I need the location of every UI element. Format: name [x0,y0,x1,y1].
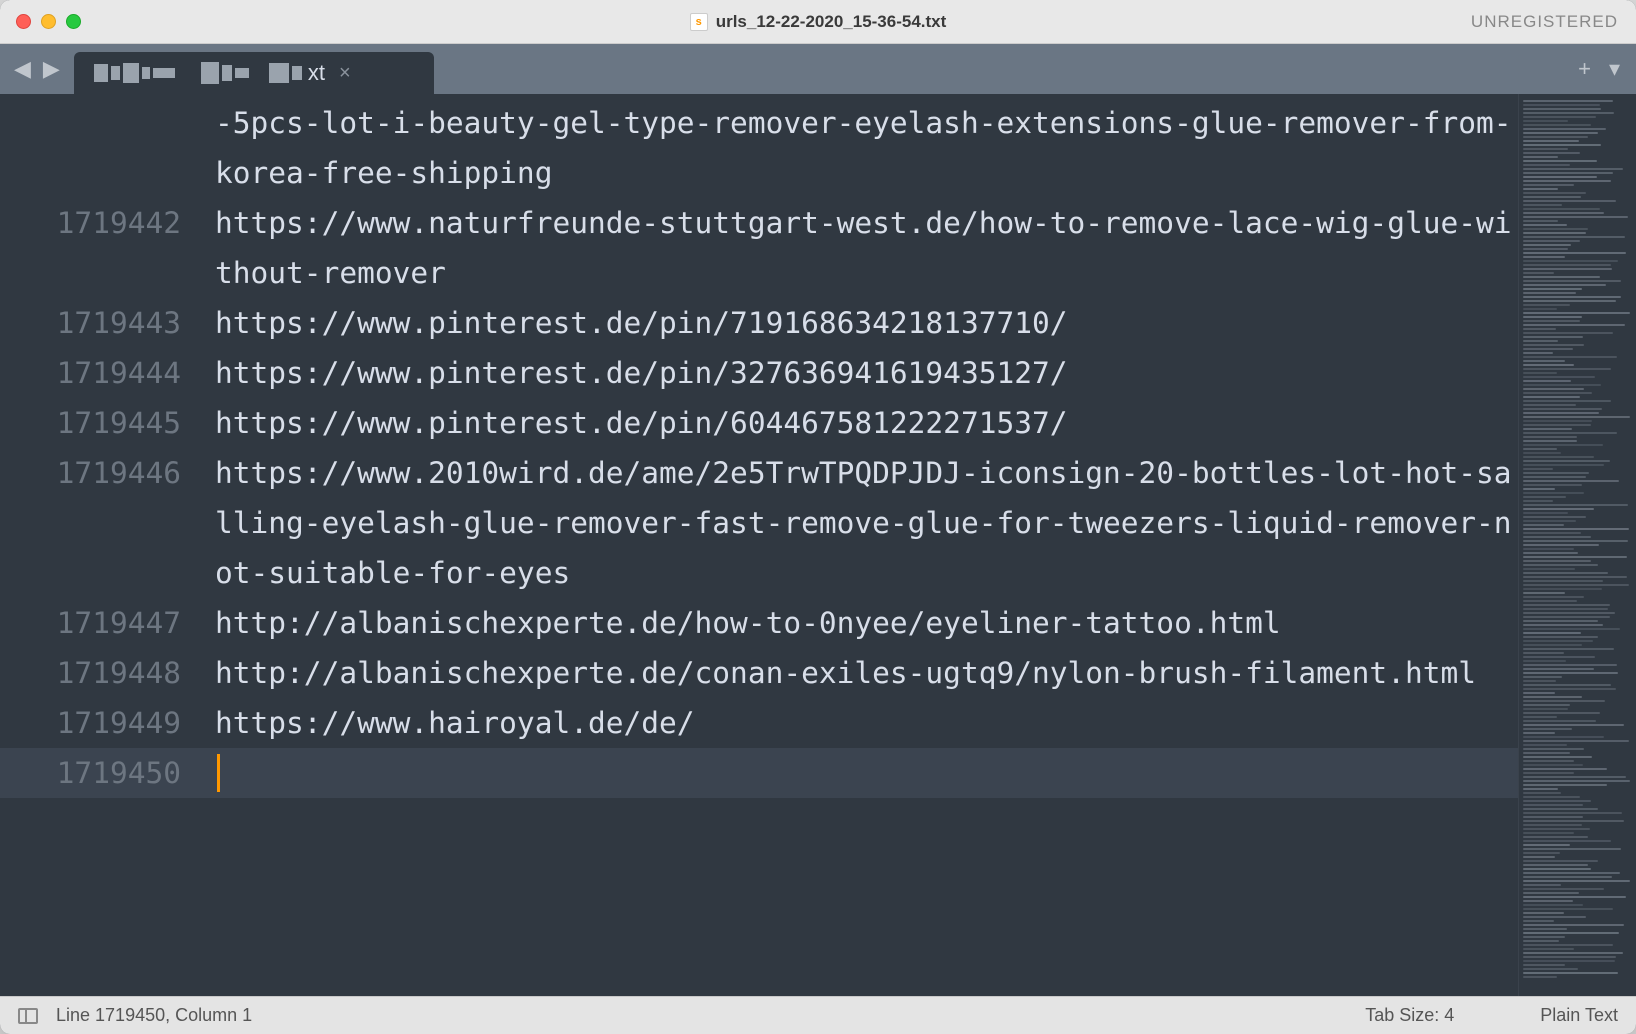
line-content: https://www.pinterest.de/pin/60446758122… [215,398,1518,448]
minimap[interactable] [1518,94,1636,996]
line-number: 1719444 [0,348,181,398]
line-number: 1719449 [0,698,181,748]
code-line[interactable]: 1719444 https://www.pinterest.de/pin/3276… [0,348,1518,398]
window-maximize-button[interactable] [66,14,81,29]
minimap-content [1519,94,1636,986]
tab-filename-obscured [94,62,302,84]
line-content: https://www.pinterest.de/pin/71916863421… [215,298,1518,348]
code-line[interactable]: -5pcs-lot-i-beauty-gel-type-remover-eyel… [0,98,1518,198]
panel-toggle-icon[interactable] [18,1008,38,1024]
nav-forward-icon[interactable]: ▶ [43,56,60,82]
line-number: 1719442 [0,198,181,248]
text-cursor [217,754,220,792]
code-area[interactable]: -5pcs-lot-i-beauty-gel-type-remover-eyel… [0,94,1518,996]
line-content [215,748,1518,798]
status-syntax[interactable]: Plain Text [1540,1005,1618,1026]
nav-arrows: ◀ ▶ [0,44,74,94]
tabbar: ◀ ▶ xt [0,44,1636,94]
tab-close-icon[interactable]: × [335,62,355,85]
unregistered-label: UNREGISTERED [1471,12,1618,32]
line-number: 1719445 [0,398,181,448]
line-content: -5pcs-lot-i-beauty-gel-type-remover-eyel… [215,98,1518,198]
code-line[interactable]: 1719446 https://www.2010wird.de/ame/2e5Tr… [0,448,1518,598]
window-title: urls_12-22-2020_15-36-54.txt [716,12,947,32]
code-line[interactable]: 1719449 https://www.hairoyal.de/de/ [0,698,1518,748]
status-tabsize[interactable]: Tab Size: 4 [1365,1005,1454,1026]
line-number: 1719443 [0,298,181,348]
traffic-lights [16,14,81,29]
tab-label: xt [94,60,325,86]
line-content: https://www.pinterest.de/pin/32763694161… [215,348,1518,398]
editor-window: s urls_12-22-2020_15-36-54.txt UNREGISTE… [0,0,1636,1034]
line-number: 1719446 [0,448,181,498]
tabbar-right: + ▾ [1578,44,1620,94]
tab-menu-icon[interactable]: ▾ [1609,56,1620,82]
line-content: http://albanischexperte.de/conan-exiles-… [215,648,1518,698]
code-line[interactable]: 1719443 https://www.pinterest.de/pin/7191… [0,298,1518,348]
line-number: 1719450 [0,748,181,798]
editor-area: -5pcs-lot-i-beauty-gel-type-remover-eyel… [0,94,1636,996]
tab-extension: xt [308,60,325,86]
code-line[interactable]: 1719445 https://www.pinterest.de/pin/6044… [0,398,1518,448]
line-number: 1719447 [0,598,181,648]
line-number: 1719448 [0,648,181,698]
window-close-button[interactable] [16,14,31,29]
code-line[interactable]: 1719448 http://albanischexperte.de/conan-… [0,648,1518,698]
nav-back-icon[interactable]: ◀ [14,56,31,82]
code-line[interactable]: 1719442 https://www.naturfreunde-stuttgar… [0,198,1518,298]
window-minimize-button[interactable] [41,14,56,29]
titlebar: s urls_12-22-2020_15-36-54.txt UNREGISTE… [0,0,1636,44]
code-line[interactable]: 1719450 [0,748,1518,798]
file-icon: s [690,13,708,31]
line-content: https://www.naturfreunde-stuttgart-west.… [215,198,1518,298]
line-content: https://www.hairoyal.de/de/ [215,698,1518,748]
code-line[interactable]: 1719447 http://albanischexperte.de/how-to… [0,598,1518,648]
title-center: s urls_12-22-2020_15-36-54.txt [0,12,1636,32]
line-content: http://albanischexperte.de/how-to-0nyee/… [215,598,1518,648]
new-tab-icon[interactable]: + [1578,56,1591,82]
tab-active[interactable]: xt × [74,52,434,94]
line-content: https://www.2010wird.de/ame/2e5TrwTPQDPJ… [215,448,1518,598]
status-position[interactable]: Line 1719450, Column 1 [56,1005,252,1026]
statusbar: Line 1719450, Column 1 Tab Size: 4 Plain… [0,996,1636,1034]
